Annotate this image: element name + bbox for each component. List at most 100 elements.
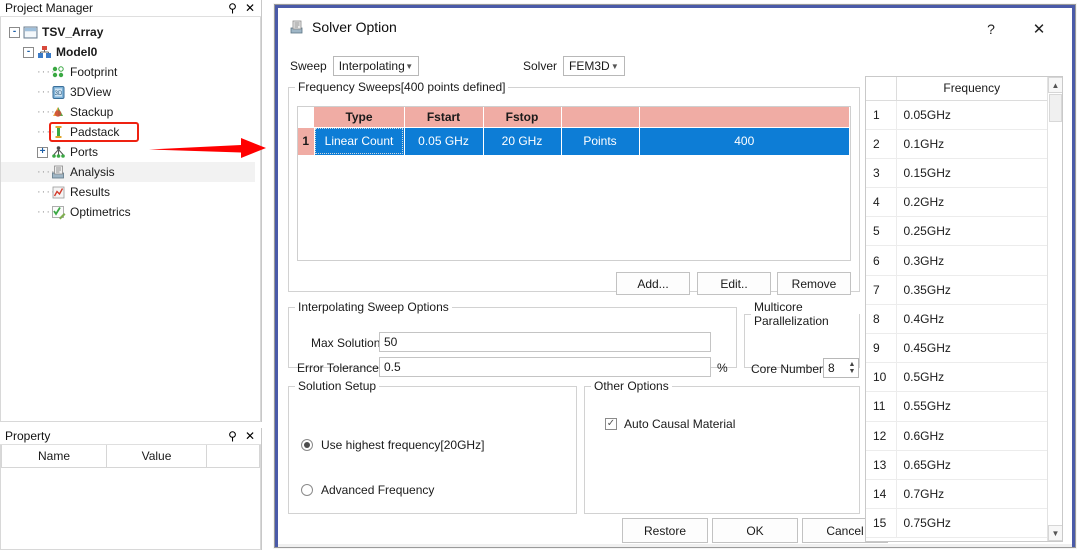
frequency-row-index: 13 [866, 450, 897, 480]
solver-select[interactable]: FEM3D ▼ [563, 56, 626, 76]
tree-item-model0[interactable]: - Model0 [9, 42, 260, 62]
sweeps-cell-count-value[interactable]: 400 [639, 127, 850, 155]
radio-advanced-frequency[interactable]: Advanced Frequency [301, 483, 434, 497]
scroll-down-icon[interactable]: ▼ [1048, 525, 1062, 541]
ok-button[interactable]: OK [712, 518, 798, 543]
frequency-row-value: 0.55GHz [896, 391, 1047, 422]
pin-icon[interactable]: ⚲ [228, 430, 237, 442]
radio-use-highest-frequency[interactable]: Use highest frequency[20GHz] [301, 438, 484, 452]
frequency-row[interactable]: 4 0.2GHz [866, 187, 1047, 218]
tree-guide-line: ···· [37, 66, 56, 78]
frequency-row-value: 0.65GHz [896, 450, 1047, 480]
interpolating-sweep-options-group: Interpolating Sweep Options Max Solution… [288, 300, 737, 377]
collapse-toggle-icon[interactable]: - [23, 46, 34, 58]
sweeps-cell-count-label[interactable]: Points [561, 127, 640, 155]
pin-icon[interactable]: ⚲ [228, 2, 237, 14]
sweep-select[interactable]: Interpolating ▼ [332, 56, 419, 76]
stepper-arrows-icon[interactable]: ▲ ▼ [846, 359, 858, 377]
tree-item-stackup[interactable]: ···· Stackup [9, 102, 260, 122]
checkbox-auto-causal-material[interactable]: ✓ Auto Causal Material [605, 417, 735, 431]
error-tolerance-label: Error Tolerance: [297, 361, 383, 375]
frequency-row[interactable]: 15 0.75GHz [866, 508, 1047, 539]
frequency-col-index [866, 77, 897, 101]
frequency-scrollbar[interactable]: ▲ ▼ [1047, 77, 1062, 541]
sweeps-cell-index[interactable]: 1 [298, 127, 315, 155]
tree-item-results[interactable]: ···· Results [9, 182, 260, 202]
solution-setup-legend: Solution Setup [298, 379, 377, 393]
frequency-row[interactable]: 3 0.15GHz [866, 158, 1047, 189]
max-solutions-input[interactable]: 50 [379, 332, 711, 352]
frequency-row[interactable]: 2 0.1GHz [866, 129, 1047, 159]
edit-sweep-button[interactable]: Edit.. [697, 272, 771, 295]
add-sweep-button[interactable]: Add... [616, 272, 690, 295]
frequency-row[interactable]: 10 0.5GHz [866, 362, 1047, 393]
error-tolerance-input[interactable]: 0.5 [379, 357, 711, 377]
sweeps-col-fstop[interactable]: Fstop [483, 107, 562, 128]
sweeps-table[interactable]: Type Fstart Fstop 1 Linear Count 0.05 GHz 20 … [298, 107, 850, 155]
sweeps-col-type[interactable]: Type [314, 107, 405, 128]
tree-item-label: Model0 [56, 45, 98, 59]
radio-icon-selected [301, 439, 313, 451]
property-col-name[interactable]: Name [1, 445, 107, 468]
frequency-row-value: 0.5GHz [896, 362, 1047, 393]
tree-item-label: Analysis [70, 165, 115, 179]
tree-item-optimetrics[interactable]: ···· Optimetrics [9, 202, 260, 222]
collapse-toggle-icon[interactable]: - [9, 26, 20, 38]
frequency-list-panel[interactable]: Frequency 1 0.05GHz 2 0.1GHz 3 0.15GHz 4 0.2GHz… [865, 76, 1063, 542]
solution-setup-group: Solution Setup Use highest frequency[20G… [288, 379, 577, 514]
multicore-group: Multicore Parallelization Core Number: 8… [744, 300, 860, 378]
sweeps-cell-type[interactable]: Linear Count [314, 127, 405, 155]
frequency-row[interactable]: 8 0.4GHz [866, 304, 1047, 335]
frequency-row[interactable]: 7 0.35GHz [866, 275, 1047, 305]
frequency-row-value: 0.05GHz [896, 100, 1047, 130]
sweeps-row[interactable]: 1 Linear Count 0.05 GHz 20 GHz Points 400 [298, 127, 850, 155]
tree-item-tsv-array[interactable]: - TSV_Array [9, 22, 260, 42]
frequency-col-header[interactable]: Frequency [896, 77, 1047, 101]
expand-toggle-icon[interactable]: + [37, 146, 48, 158]
ports-icon [51, 145, 66, 160]
project-manager-title: Project Manager [5, 1, 94, 15]
other-options-legend: Other Options [594, 379, 669, 393]
stackup-icon [51, 105, 66, 120]
scroll-up-icon[interactable]: ▲ [1048, 77, 1062, 93]
property-col-extra[interactable] [206, 445, 260, 468]
frequency-row[interactable]: 1 0.05GHz [866, 100, 1047, 130]
sweeps-col-blank-4[interactable] [561, 107, 640, 128]
sweeps-cell-fstart[interactable]: 0.05 GHz [404, 127, 484, 155]
sweeps-col-blank-5[interactable] [639, 107, 850, 128]
scrollbar-thumb[interactable] [1049, 94, 1062, 122]
help-button[interactable]: ? [978, 18, 1004, 40]
frequency-row-value: 0.25GHz [896, 216, 1047, 247]
frequency-table[interactable]: Frequency 1 0.05GHz 2 0.1GHz 3 0.15GHz 4 0.2GHz… [866, 77, 1047, 539]
core-number-stepper[interactable]: 8 ▲ ▼ [823, 358, 859, 378]
property-col-value[interactable]: Value [106, 445, 207, 468]
project-tree[interactable]: - TSV_Array - Model0 ···· Footprint ···· 3D 3DVi… [1, 17, 260, 222]
radio-icon-unselected [301, 484, 313, 496]
remove-sweep-button[interactable]: Remove [777, 272, 851, 295]
solver-field: Solver FEM3D ▼ [523, 56, 626, 76]
optimetrics-icon [51, 205, 66, 220]
analysis-icon [51, 165, 66, 180]
frequency-table-body[interactable]: 1 0.05GHz 2 0.1GHz 3 0.15GHz 4 0.2GHz 5 0.25GHz 6 0… [866, 100, 1047, 539]
frequency-row[interactable]: 9 0.45GHz [866, 333, 1047, 364]
tree-item-analysis[interactable]: ···· Analysis [1, 162, 255, 182]
frequency-row[interactable]: 12 0.6GHz [866, 421, 1047, 451]
frequency-row[interactable]: 11 0.55GHz [866, 391, 1047, 422]
frequency-row[interactable]: 6 0.3GHz [866, 245, 1047, 276]
frequency-row[interactable]: 14 0.7GHz [866, 479, 1047, 510]
sweeps-body[interactable]: 1 Linear Count 0.05 GHz 20 GHz Points 400 [298, 127, 850, 155]
close-icon[interactable]: ✕ [245, 2, 255, 14]
frequency-row-index: 4 [866, 187, 897, 218]
sweeps-col-fstart[interactable]: Fstart [404, 107, 484, 128]
tree-item-3dview[interactable]: ···· 3D 3DView [9, 82, 260, 102]
restore-button[interactable]: Restore [622, 518, 708, 543]
sweeps-cell-fstop[interactable]: 20 GHz [483, 127, 562, 155]
solver-label: Solver [523, 59, 558, 73]
frequency-row[interactable]: 5 0.25GHz [866, 216, 1047, 247]
frequency-row[interactable]: 13 0.65GHz [866, 450, 1047, 480]
frequency-row-value: 0.7GHz [896, 479, 1047, 510]
close-icon[interactable]: ✕ [245, 430, 255, 442]
tree-item-label: Ports [70, 145, 99, 159]
close-button[interactable]: ✕ [1026, 18, 1052, 40]
tree-item-footprint[interactable]: ···· Footprint [9, 62, 260, 82]
